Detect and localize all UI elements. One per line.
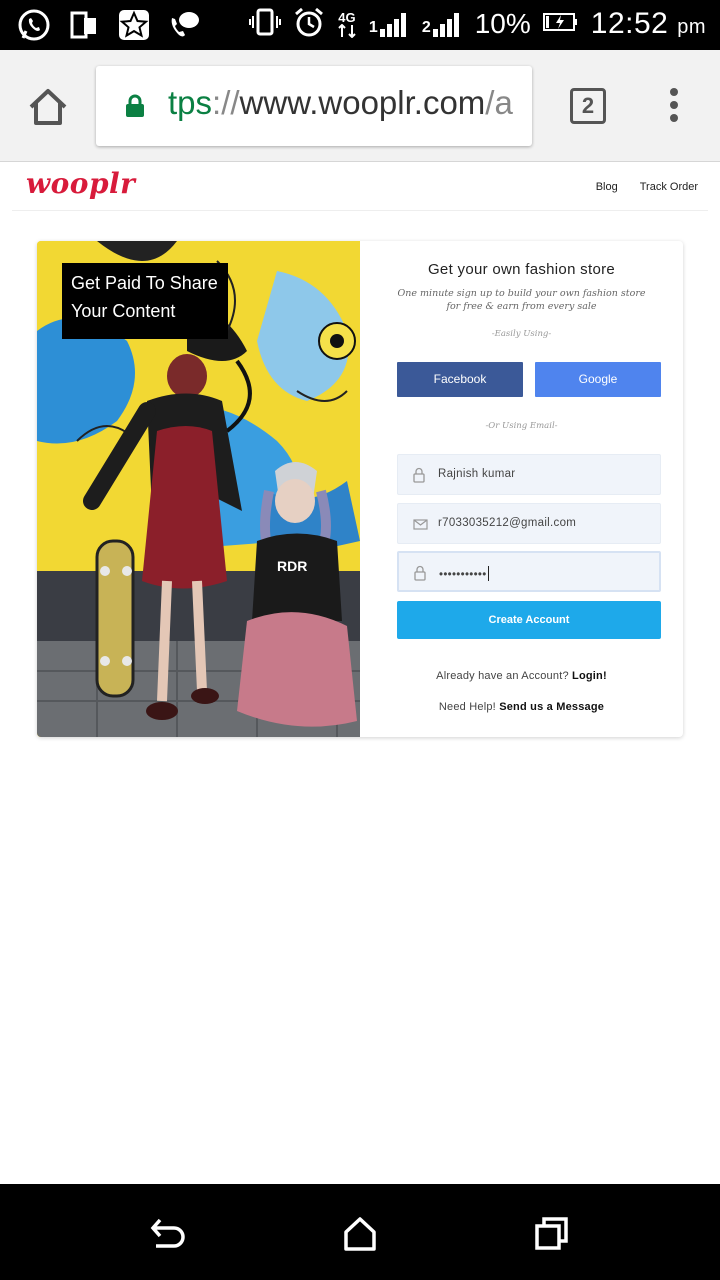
home-nav-button[interactable] bbox=[340, 1214, 380, 1254]
recents-button[interactable] bbox=[532, 1214, 572, 1254]
battery-charging-icon bbox=[542, 12, 579, 36]
promo-photo: RDR Get Paid To Share Your Content bbox=[37, 241, 360, 737]
signup-form: Get your own fashion store One minute si… bbox=[360, 241, 683, 737]
password-field[interactable]: ••••••••••• bbox=[397, 551, 661, 592]
whatsapp-icon bbox=[16, 8, 52, 42]
email-value: r7033035212@gmail.com bbox=[438, 517, 577, 529]
nav-blog-link[interactable]: Blog bbox=[596, 181, 618, 193]
vibrate-icon bbox=[248, 7, 281, 41]
home-button[interactable] bbox=[26, 85, 70, 129]
back-icon bbox=[150, 1218, 185, 1248]
dual-screen-icon bbox=[66, 8, 102, 42]
or-using-email-label: -Or Using Email- bbox=[485, 421, 558, 431]
battery-percent: 10% bbox=[474, 8, 531, 39]
address-bar[interactable]: tps://www.wooplr.com/a bbox=[96, 66, 532, 146]
google-button[interactable]: Google bbox=[535, 362, 661, 397]
name-field[interactable]: Rajnish kumar bbox=[397, 454, 661, 495]
promo-banner: Get Paid To Share Your Content bbox=[62, 263, 228, 339]
site-logo[interactable]: wooplr bbox=[26, 167, 135, 200]
form-subtitle: One minute sign up to build your own fas… bbox=[397, 288, 646, 312]
name-value: Rajnish kumar bbox=[438, 468, 516, 480]
back-button[interactable] bbox=[148, 1214, 188, 1254]
text-cursor bbox=[487, 566, 489, 581]
facebook-button[interactable]: Facebook bbox=[397, 362, 523, 397]
signup-card: RDR Get Paid To Share Your Content Get y… bbox=[37, 241, 683, 737]
browser-toolbar: tps://www.wooplr.com/a 2 bbox=[0, 50, 720, 162]
clock: 12:52 pm bbox=[590, 7, 706, 40]
site-nav: Blog Track Order bbox=[596, 181, 698, 193]
sim2-signal-icon: 2 bbox=[422, 11, 463, 37]
call-chat-icon bbox=[166, 8, 202, 42]
tab-switcher-button[interactable]: 2 bbox=[570, 88, 606, 124]
email-field[interactable]: r7033035212@gmail.com bbox=[397, 503, 661, 544]
envelope-icon bbox=[413, 519, 428, 530]
lock-icon bbox=[414, 565, 426, 581]
sim1-signal-icon: 1 bbox=[369, 11, 410, 37]
svg-text:RDR: RDR bbox=[277, 558, 307, 574]
site-header: wooplr Blog Track Order bbox=[12, 163, 708, 211]
app-star-icon bbox=[116, 8, 152, 42]
create-account-button[interactable]: Create Account bbox=[397, 601, 661, 639]
password-value: ••••••••••• bbox=[439, 566, 489, 581]
easily-using-label: -Easily Using- bbox=[491, 329, 552, 339]
home-icon bbox=[29, 89, 67, 125]
login-link[interactable]: Login! bbox=[572, 670, 607, 682]
url-text: tps://www.wooplr.com/a bbox=[168, 84, 513, 121]
status-bar: 4G 1 2 10% 12:52 pm bbox=[0, 0, 720, 50]
login-prompt: Already have an Account? Login! bbox=[436, 670, 607, 682]
send-message-link[interactable]: Send us a Message bbox=[499, 701, 604, 713]
home-icon bbox=[344, 1217, 376, 1251]
help-prompt: Need Help! Send us a Message bbox=[438, 701, 605, 713]
network-type: 4G bbox=[337, 11, 357, 38]
overflow-menu-icon[interactable] bbox=[666, 88, 682, 126]
lock-icon bbox=[413, 467, 425, 483]
nav-track-order-link[interactable]: Track Order bbox=[640, 181, 698, 193]
recents-icon bbox=[535, 1217, 568, 1250]
lock-icon bbox=[126, 94, 144, 117]
system-nav-bar bbox=[0, 1184, 720, 1280]
form-title: Get your own fashion store bbox=[427, 261, 616, 278]
alarm-icon bbox=[293, 6, 325, 42]
